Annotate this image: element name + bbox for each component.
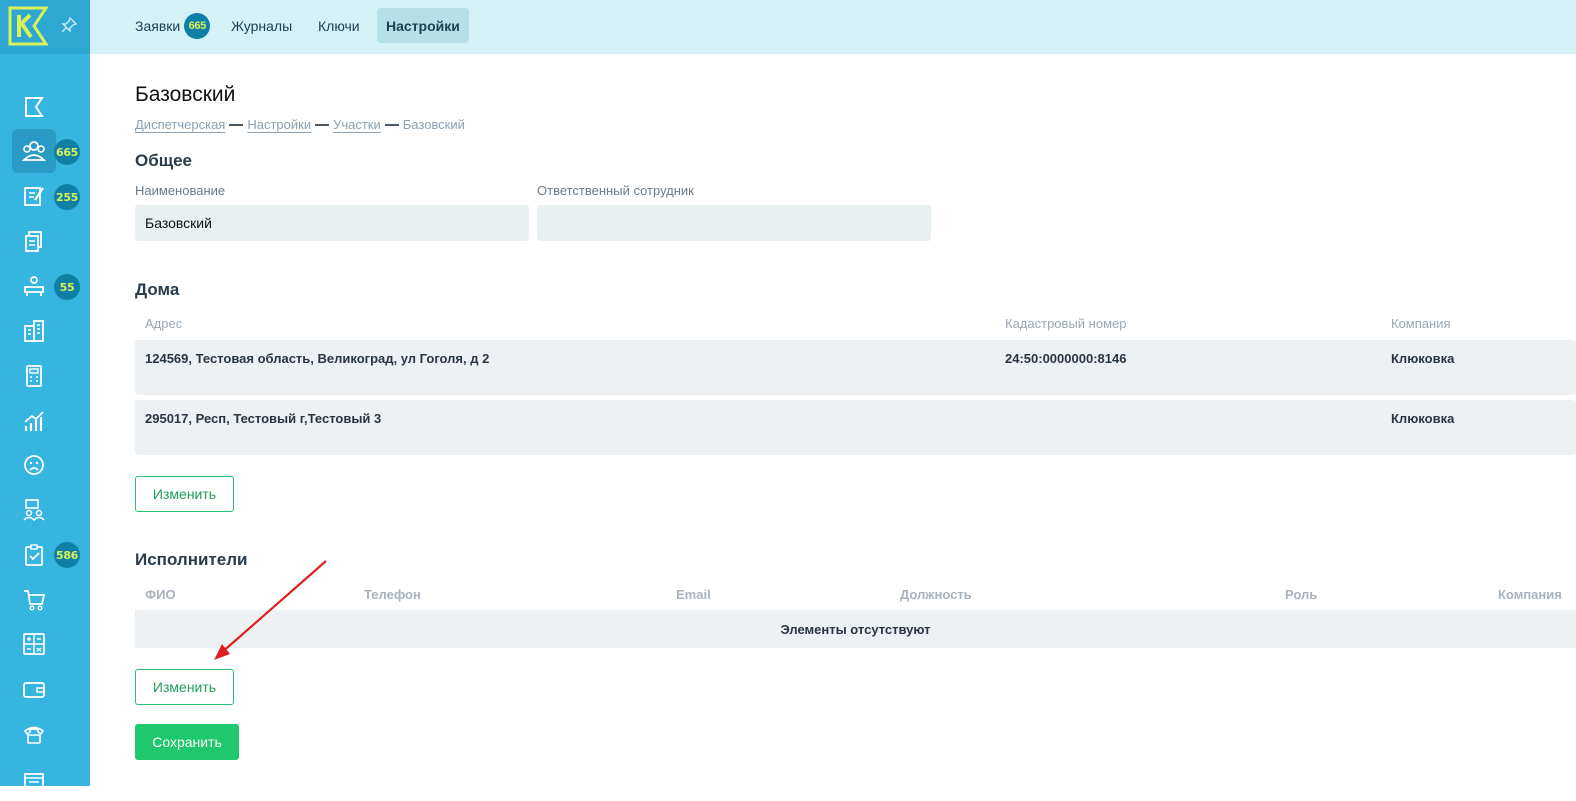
- tab-requests-label: Заявки: [135, 17, 181, 34]
- math-board-icon: [23, 633, 45, 655]
- tab-requests[interactable]: Заявки 665: [126, 8, 219, 43]
- nav-math[interactable]: [12, 622, 56, 666]
- team-board-icon: [23, 499, 45, 522]
- nav-calculator[interactable]: [12, 354, 56, 398]
- calculator-icon: [26, 365, 42, 387]
- house-company: Клюковка: [1391, 351, 1455, 366]
- responsible-label: Ответственный сотрудник: [537, 183, 694, 198]
- tab-requests-badge: 665: [184, 12, 211, 39]
- nav-window[interactable]: [12, 757, 56, 801]
- edit-executors-button[interactable]: Изменить: [135, 669, 234, 705]
- houses-section-title: Дома: [135, 280, 180, 299]
- logo-bar: [0, 0, 90, 54]
- house-address: 124569, Тестовая область, Великоград, ул…: [145, 351, 490, 366]
- chart-growth-icon: [24, 411, 44, 431]
- executors-empty-state: Элементы отсутствуют: [135, 610, 1576, 648]
- name-label: Наименование: [135, 183, 226, 198]
- nav-dispatch[interactable]: [12, 85, 56, 129]
- wallet-icon: [23, 682, 45, 698]
- breadcrumb-current: Базовский: [402, 117, 465, 132]
- tab-keys-label: Ключи: [318, 17, 360, 34]
- people-group-icon: [21, 141, 47, 161]
- table-row[interactable]: 295017, Респ, Тестовый г,Тестовый 3 Клюк…: [135, 400, 1576, 455]
- tab-journals-label: Журналы: [231, 17, 293, 34]
- nav-complaints[interactable]: [12, 443, 56, 487]
- nav-requests[interactable]: [12, 129, 56, 173]
- houses-col-cadastral: Кадастровый номер: [1005, 316, 1127, 331]
- responsible-input[interactable]: [537, 205, 931, 241]
- houses-col-address: Адрес: [145, 316, 183, 331]
- clipboard-check-icon: [25, 544, 43, 566]
- save-button[interactable]: Сохранить: [135, 724, 239, 760]
- edit-houses-button[interactable]: Изменить: [135, 476, 234, 512]
- executors-col-name: ФИО: [145, 587, 176, 602]
- executors-col-email: Email: [676, 587, 711, 602]
- nav-journals[interactable]: [12, 174, 56, 218]
- breadcrumb-separator: [384, 123, 399, 126]
- nav-shop[interactable]: [12, 578, 56, 622]
- sad-face-icon: [24, 455, 44, 475]
- top-navigation: Заявки 665 Журналы Ключи Настройки: [90, 0, 1576, 54]
- houses-col-company: Компания: [1391, 316, 1451, 331]
- executors-col-position: Должность: [900, 587, 972, 602]
- breadcrumb-dispatch[interactable]: Диспетчерская: [135, 117, 225, 132]
- tab-keys[interactable]: Ключи: [309, 8, 369, 43]
- nav-tasks[interactable]: [12, 533, 56, 577]
- name-input[interactable]: [135, 205, 529, 241]
- breadcrumb-areas[interactable]: Участки: [333, 117, 381, 132]
- breadcrumb: Диспетчерская Настройки Участки Базовски…: [135, 117, 465, 132]
- table-row[interactable]: 124569, Тестовая область, Великоград, ул…: [135, 340, 1576, 395]
- breadcrumb-separator: [315, 123, 330, 126]
- executors-col-company: Компания: [1498, 587, 1562, 602]
- nav-documents[interactable]: [12, 219, 56, 263]
- window-icon: [24, 773, 44, 791]
- buildings-icon: [24, 320, 44, 342]
- shopping-cart-icon: [24, 590, 46, 611]
- reception-badge: 55: [54, 274, 80, 300]
- nav-wallet[interactable]: [12, 667, 56, 711]
- pin-icon[interactable]: [60, 16, 78, 34]
- executors-col-phone: Телефон: [364, 587, 421, 602]
- telephone-icon: [23, 726, 45, 744]
- nav-reception[interactable]: [12, 264, 56, 308]
- house-cadastral: 24:50:0000000:8146: [1005, 351, 1127, 366]
- annotation-arrow-icon: [214, 560, 327, 660]
- executors-col-role: Роль: [1285, 587, 1318, 602]
- nav-team[interactable]: [12, 488, 56, 532]
- documents-icon: [25, 231, 42, 252]
- breadcrumb-settings[interactable]: Настройки: [247, 117, 311, 132]
- tab-settings[interactable]: Настройки: [377, 8, 469, 43]
- house-address: 295017, Респ, Тестовый г,Тестовый 3: [145, 411, 382, 426]
- reception-desk-icon: [24, 276, 44, 296]
- flag-icon: [25, 97, 44, 117]
- page-title: Базовский: [135, 83, 236, 106]
- edit-note-icon: [24, 187, 44, 206]
- tab-journals[interactable]: Журналы: [222, 8, 301, 43]
- tab-settings-label: Настройки: [386, 17, 460, 34]
- requests-badge: 665: [54, 139, 80, 165]
- tasks-badge: 586: [54, 542, 80, 568]
- journals-badge: 255: [54, 184, 80, 210]
- nav-phone[interactable]: [12, 712, 56, 756]
- sidebar: 665 255 55 586: [0, 0, 90, 791]
- nav-buildings[interactable]: [12, 309, 56, 353]
- nav-analytics[interactable]: [12, 399, 56, 443]
- logo-icon[interactable]: [8, 6, 48, 46]
- breadcrumb-separator: [229, 123, 244, 126]
- house-company: Клюковка: [1391, 411, 1455, 426]
- general-section-title: Общее: [135, 151, 192, 170]
